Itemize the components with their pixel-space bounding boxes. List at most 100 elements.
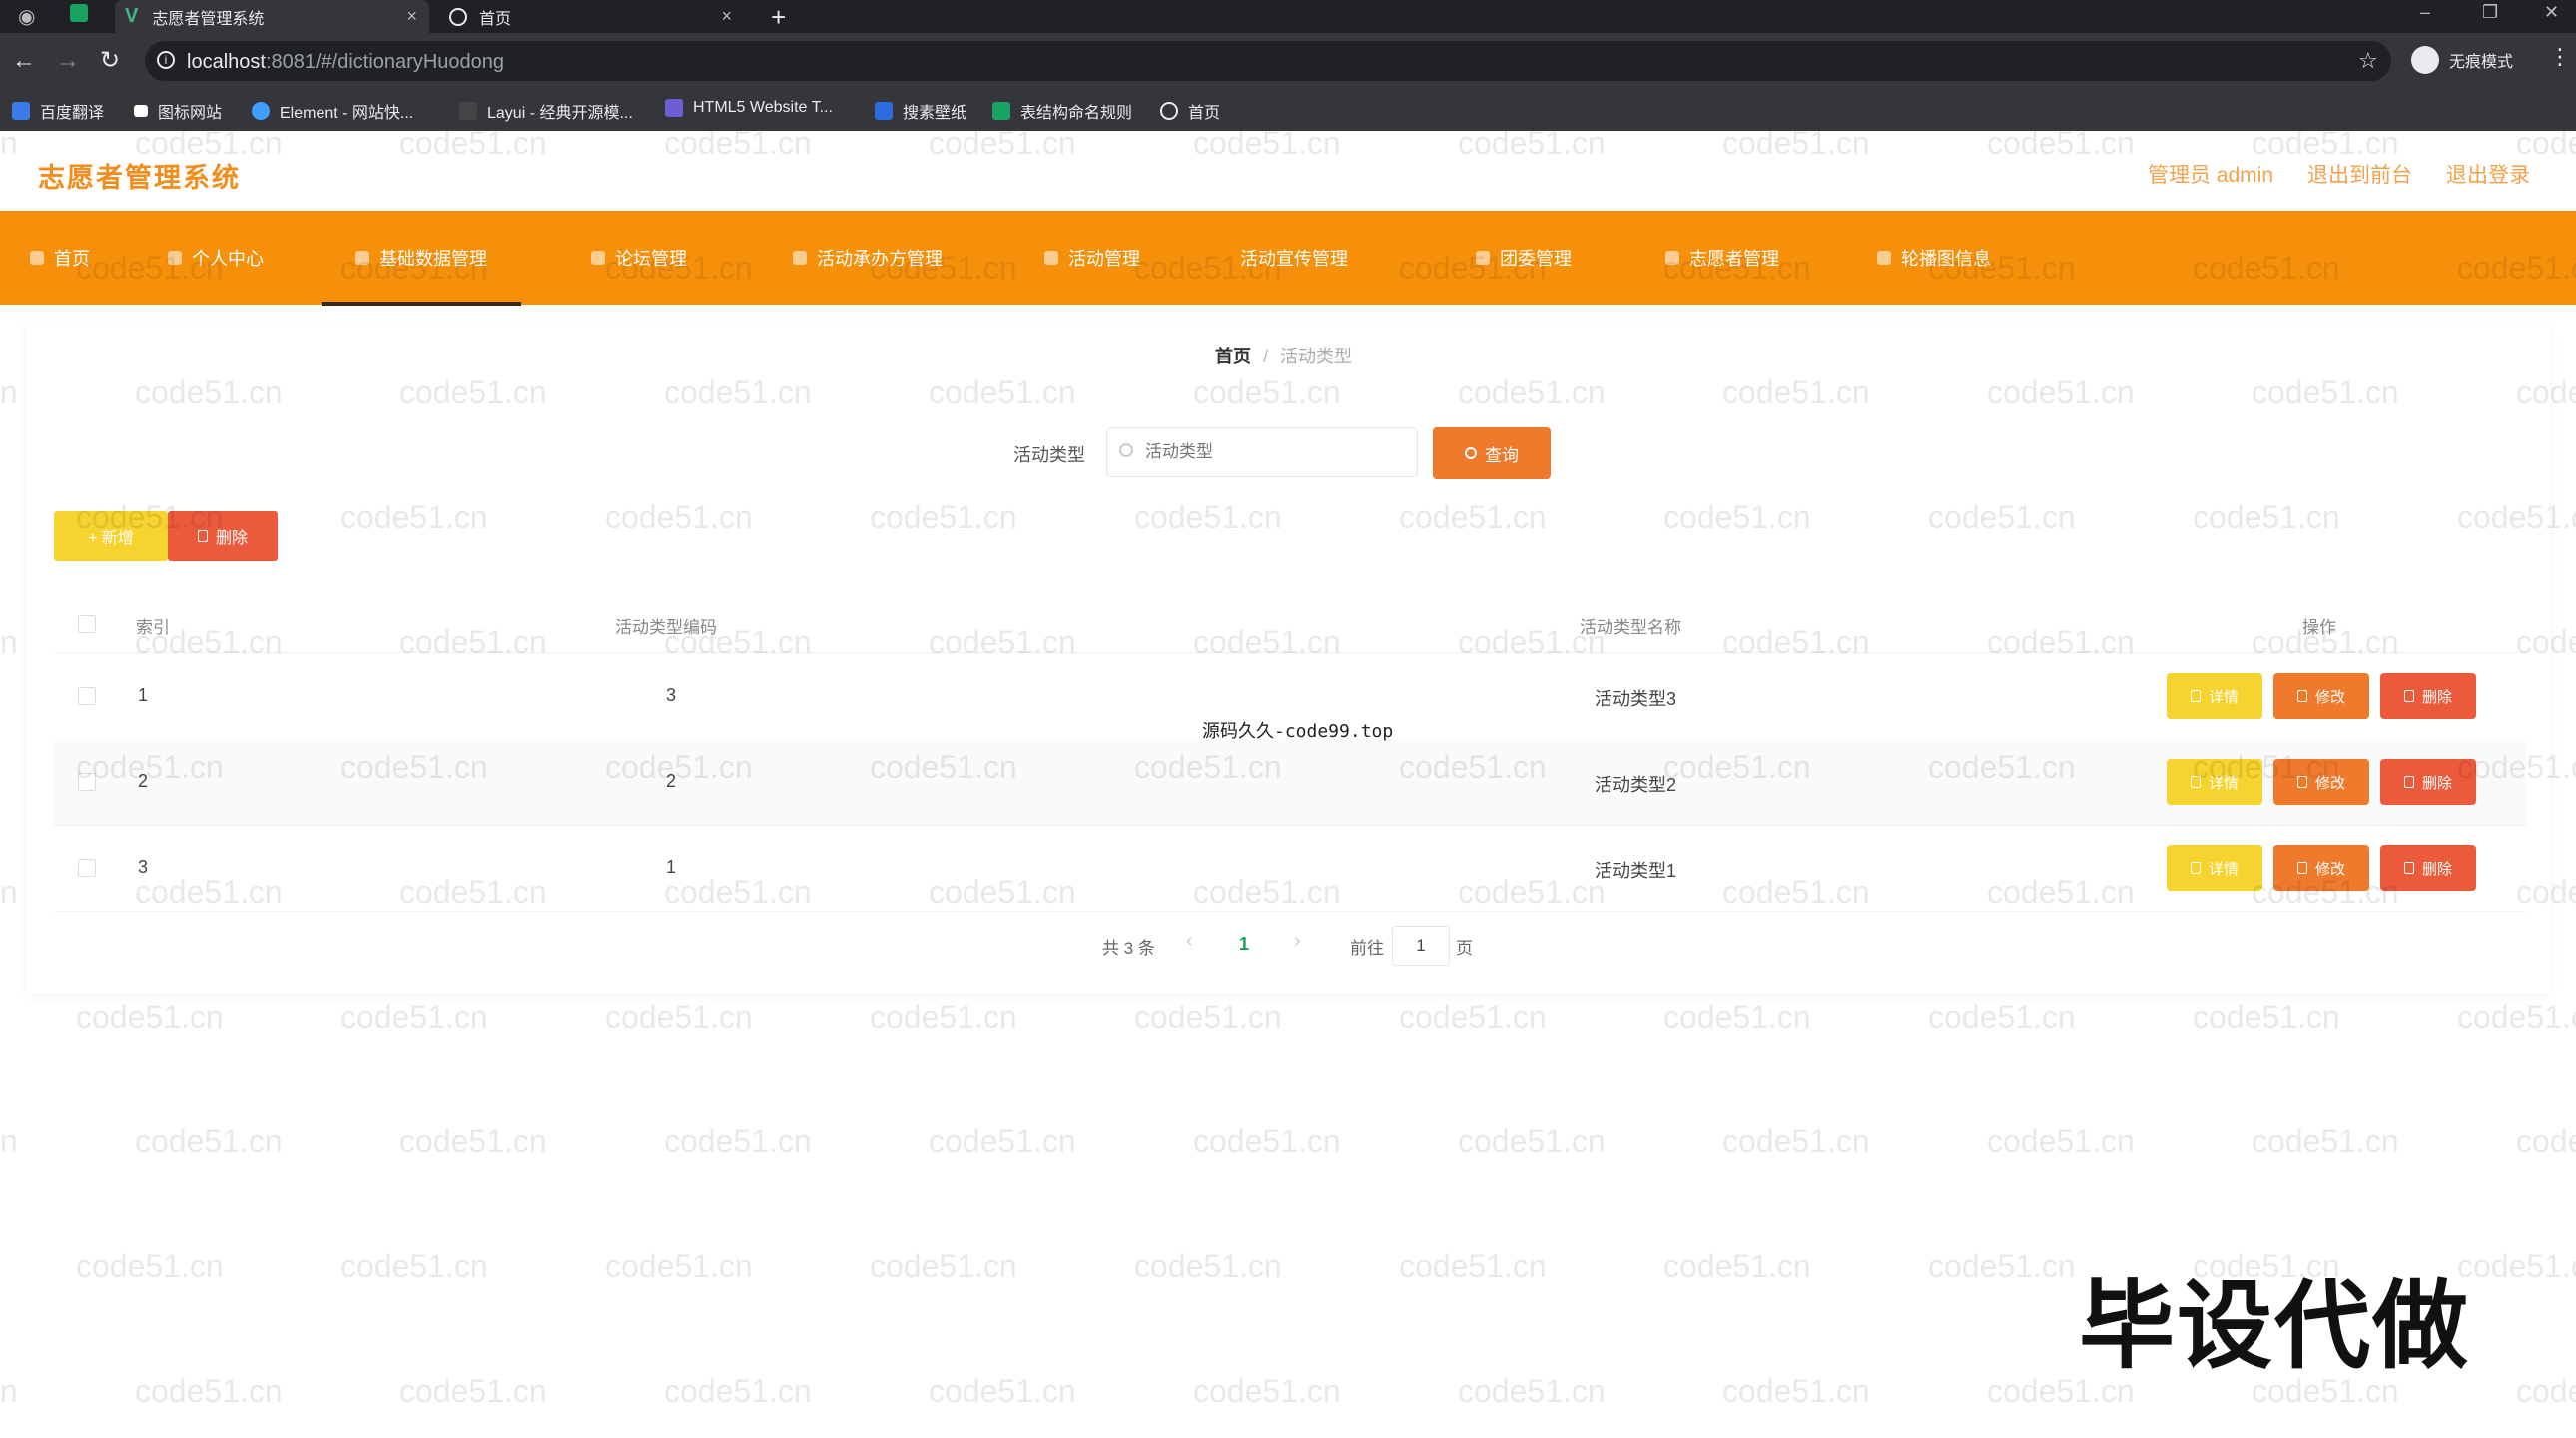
browser-tab-home[interactable]: 首页 × (439, 0, 744, 33)
watermark-text: code51.cn (605, 1248, 753, 1284)
detail-button[interactable]: 详情 (2167, 759, 2262, 805)
pagination-goto-label: 前往 (1350, 939, 1384, 958)
edit-button[interactable]: 修改 (2273, 673, 2369, 719)
edit-button[interactable]: 修改 (2273, 845, 2369, 891)
frontend-link[interactable]: 退出到前台 (2307, 159, 2412, 189)
watermark-text: code51.cn (0, 1373, 18, 1409)
reload-icon[interactable]: ↻ (100, 47, 120, 75)
edit-button[interactable]: 修改 (2273, 759, 2369, 805)
nav-item-basic-data[interactable]: 基础数据管理 (322, 211, 521, 306)
nav-label: 活动管理 (1068, 249, 1140, 269)
close-tab-icon[interactable]: × (721, 6, 732, 27)
close-tab-icon[interactable]: × (406, 6, 417, 27)
detail-button[interactable]: 详情 (2167, 845, 2262, 891)
search-button[interactable]: 查询 (1433, 427, 1551, 479)
nav-item-promotion[interactable]: 活动宣传管理 (1240, 211, 1348, 305)
bookmark-label: 百度翻译 (40, 105, 105, 122)
browser-menu-dots-icon[interactable]: ⋮ (2549, 44, 2571, 70)
new-tab-icon[interactable]: + (771, 2, 786, 33)
search-input[interactable] (1106, 427, 1418, 477)
nav-item-organizer[interactable]: 活动承办方管理 (793, 211, 943, 305)
minimize-icon[interactable]: – (2420, 2, 2430, 23)
watermark-text: code51.cn (2457, 999, 2576, 1035)
nav-item-volunteer[interactable]: 志愿者管理 (1665, 211, 1779, 305)
delete-button[interactable]: 删除 (2380, 845, 2476, 891)
breadcrumb-home[interactable]: 首页 (1215, 347, 1251, 366)
pagination-current-page[interactable]: 1 (1239, 934, 1249, 955)
nav-item-league[interactable]: 团委管理 (1476, 211, 1572, 305)
select-all-checkbox[interactable] (78, 615, 96, 633)
sheet-icon (992, 102, 1010, 120)
url-path: :8081/#/dictionaryHuodong (265, 51, 504, 73)
watermark-text: code51.cn (1193, 1373, 1341, 1409)
nav-item-carousel[interactable]: 轮播图信息 (1877, 211, 1991, 305)
delete-button[interactable]: 删除 (2380, 673, 2476, 719)
breadcrumb-current: 活动类型 (1280, 347, 1353, 366)
search-button-label: 查询 (1485, 445, 1519, 465)
pagination-page-suffix: 页 (1456, 939, 1473, 958)
watermark-text: code51.cn (605, 999, 753, 1035)
bookmark-item[interactable]: 搜素壁纸 (875, 99, 966, 123)
nav-item-forum[interactable]: 论坛管理 (591, 211, 687, 305)
incognito-label: 无痕模式 (2449, 54, 2514, 71)
table-row: 3 1 活动类型1 详情 修改 删除 (54, 825, 2526, 912)
detail-label: 详情 (2208, 774, 2239, 792)
app-icon[interactable] (70, 4, 88, 22)
nav-item-home[interactable]: 首页 (30, 211, 90, 305)
restore-icon[interactable]: ❐ (2482, 2, 2498, 23)
bookmark-item[interactable]: 首页 (1160, 99, 1220, 123)
bookmark-label: HTML5 Website T... (693, 99, 833, 116)
pagination-goto-input[interactable] (1392, 926, 1450, 966)
row-code: 1 (665, 857, 677, 877)
promo-stamp-text: 毕设代做 (2079, 1270, 2470, 1382)
forward-icon[interactable]: → (56, 47, 80, 75)
row-code: 2 (665, 771, 677, 791)
bookmark-item[interactable]: 百度翻译 (12, 99, 104, 123)
bookmark-item[interactable]: 表结构命名规则 (992, 99, 1132, 123)
bookmark-item[interactable]: HTML5 Website T... (665, 99, 833, 117)
close-window-icon[interactable]: ✕ (2544, 2, 2559, 23)
watermark-text: code51.cn (135, 1123, 283, 1159)
delete-label: 删除 (2421, 688, 2452, 706)
edit-icon (2296, 776, 2307, 788)
row-checkbox[interactable] (78, 687, 96, 705)
nav-item-profile[interactable]: 个人中心 (168, 211, 264, 305)
detail-button[interactable]: 详情 (2167, 673, 2262, 719)
translate-icon (12, 102, 30, 120)
nav-item-activity[interactable]: 活动管理 (1044, 211, 1140, 305)
bookmark-item[interactable]: Element - 网站快... (252, 99, 413, 123)
organizer-icon (793, 251, 807, 265)
bookmark-item[interactable]: 图标网站 (134, 99, 222, 123)
watermark-text: code51.cn (1399, 999, 1547, 1035)
edit-label: 修改 (2314, 688, 2345, 706)
watermark-text: code51.cn (2516, 1123, 2576, 1159)
browser-menu-icon[interactable]: ◉ (18, 4, 35, 29)
nav-label: 基础数据管理 (379, 249, 487, 269)
delete-button[interactable]: 删除 (2380, 759, 2476, 805)
site-info-icon[interactable]: i (157, 51, 175, 69)
next-page-icon[interactable]: › (1294, 930, 1301, 953)
url-field[interactable]: i localhost:8081/#/dictionaryHuodong (145, 41, 2391, 81)
prev-page-icon[interactable]: ‹ (1186, 930, 1193, 953)
watermark-text: code51.cn (1663, 1248, 1811, 1284)
watermark-text: code51.cn (340, 999, 488, 1035)
logout-link[interactable]: 退出登录 (2446, 159, 2530, 189)
row-checkbox[interactable] (78, 859, 96, 877)
watermark-text: code51.cn (1399, 1248, 1547, 1284)
top-navigation: 首页 个人中心 基础数据管理 论坛管理 活动承办方管理 活动管理 活动宣传管理 … (0, 211, 2576, 306)
activity-icon (1044, 251, 1058, 265)
bookmark-item[interactable]: Layui - 经典开源模... (459, 99, 633, 123)
watermark-text: code51.cn (399, 1123, 547, 1159)
watermark-text: code51.cn (870, 999, 1017, 1035)
batch-delete-button[interactable]: 删除 (168, 511, 278, 561)
bookmark-label: 表结构命名规则 (1020, 105, 1133, 122)
browser-tab-app[interactable]: V 志愿者管理系统 × (115, 0, 429, 33)
watermark-text: code51.cn (1134, 999, 1282, 1035)
incognito-indicator[interactable]: 无痕模式 (2411, 46, 2513, 74)
row-checkbox[interactable] (78, 773, 96, 791)
edit-label: 修改 (2314, 774, 2345, 792)
watermark-text: code51.cn (1193, 1123, 1341, 1159)
bookmark-star-icon[interactable]: ☆ (2358, 48, 2378, 74)
back-icon[interactable]: ← (12, 47, 36, 75)
add-button[interactable]: + 新增 (54, 511, 168, 561)
